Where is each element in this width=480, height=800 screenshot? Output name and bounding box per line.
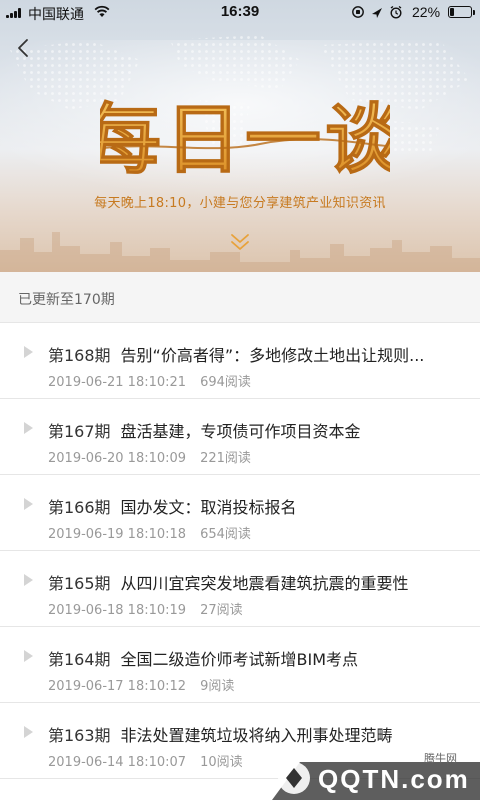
episode-name: 告别“价高者得”：多地修改土地出让规则... [120,346,425,365]
battery-icon [448,6,475,18]
episode-views: 27阅读 [200,603,243,618]
battery-level [450,8,454,16]
episode-datetime: 2019-06-14 18:10:07 [48,755,187,770]
list-item[interactable]: 第164期 全国二级造价师考试新增BIM考点 2019-06-17 18:10:1… [0,627,480,703]
episode-meta: 2019-06-18 18:10:19 27阅读 [48,599,243,618]
rotation-lock-icon [352,6,364,18]
play-icon [24,422,33,434]
title-artwork: 每日一谈 [100,95,390,185]
episode-meta: 2019-06-14 18:10:07 10阅读 [48,751,243,770]
play-icon [24,498,33,510]
episode-name: 非法处置建筑垃圾将纳入刑事处理范畴 [120,726,393,745]
banner-subtitle: 每天晚上18:10，小建与您分享建筑产业知识资讯 [94,196,386,211]
episode-number: 第163期 [48,726,111,745]
status-icons [352,5,402,19]
episode-views: 221阅读 [200,451,251,466]
episode-meta: 2019-06-21 18:10:21 694阅读 [48,371,251,390]
watermark-icon [278,762,310,794]
play-icon [24,650,33,662]
watermark-logo: QQTN.com [318,764,470,794]
episode-views: 9阅读 [200,679,235,694]
episode-title: 第165期 从四川宜宾突发地震看建筑抗震的重要性 [48,570,468,594]
list-item[interactable]: 第167期 盘活基建，专项债可作项目资本金 2019-06-20 18:10:09… [0,399,480,475]
episode-datetime: 2019-06-17 18:10:12 [48,679,187,694]
header-banner: 中国联通 16:39 22% 每日一谈 每天晚上18:10，小建与您分享建筑产业… [0,0,480,272]
episode-title: 第167期 盘活基建，专项债可作项目资本金 [48,418,468,442]
chevron-down-icon[interactable] [229,232,251,252]
episode-number: 第168期 [48,346,111,365]
update-status-bar: 已更新至170期 [0,272,480,323]
episode-datetime: 2019-06-20 18:10:09 [48,451,187,466]
status-bar: 中国联通 16:39 22% [0,0,480,24]
episode-title: 第163期 非法处置建筑垃圾将纳入刑事处理范畴 [48,722,468,746]
episode-name: 从四川宜宾突发地震看建筑抗震的重要性 [120,574,409,593]
episode-list: 第168期 告别“价高者得”：多地修改土地出让规则... 2019-06-21 1… [0,323,480,779]
list-item[interactable]: 第168期 告别“价高者得”：多地修改土地出让规则... 2019-06-21 1… [0,323,480,399]
episode-name: 全国二级造价师考试新增BIM考点 [120,650,359,669]
battery-percent: 22% [412,4,441,20]
episode-datetime: 2019-06-21 18:10:21 [48,375,187,390]
play-icon [24,346,33,358]
play-icon [24,726,33,738]
episode-meta: 2019-06-20 18:10:09 221阅读 [48,447,251,466]
back-button[interactable] [12,36,36,60]
update-status-text: 已更新至170期 [18,292,115,308]
list-item[interactable]: 第166期 国办发文：取消投标报名 2019-06-19 18:10:18 654阅… [0,475,480,551]
episode-number: 第167期 [48,422,111,441]
episode-datetime: 2019-06-19 18:10:18 [48,527,187,542]
episode-title: 第168期 告别“价高者得”：多地修改土地出让规则... [48,342,468,366]
episode-views: 10阅读 [200,755,243,770]
alarm-icon [390,5,402,19]
episode-meta: 2019-06-19 18:10:18 654阅读 [48,523,251,542]
episode-datetime: 2019-06-18 18:10:19 [48,603,187,618]
clock: 16:39 [220,3,260,20]
page-title: 每日一谈 [100,95,390,184]
episode-name: 盘活基建，专项债可作项目资本金 [120,422,361,441]
episode-views: 694阅读 [200,375,251,390]
episode-number: 第165期 [48,574,111,593]
episode-name: 国办发文：取消投标报名 [120,498,297,517]
episode-title: 第164期 全国二级造价师考试新增BIM考点 [48,646,468,670]
play-icon [24,574,33,586]
location-icon [372,8,382,18]
episode-number: 第164期 [48,650,111,669]
list-item[interactable]: 第165期 从四川宜宾突发地震看建筑抗震的重要性 2019-06-18 18:10… [0,551,480,627]
episode-views: 654阅读 [200,527,251,542]
episode-meta: 2019-06-17 18:10:12 9阅读 [48,675,234,694]
episode-number: 第166期 [48,498,111,517]
episode-title: 第166期 国办发文：取消投标报名 [48,494,468,518]
